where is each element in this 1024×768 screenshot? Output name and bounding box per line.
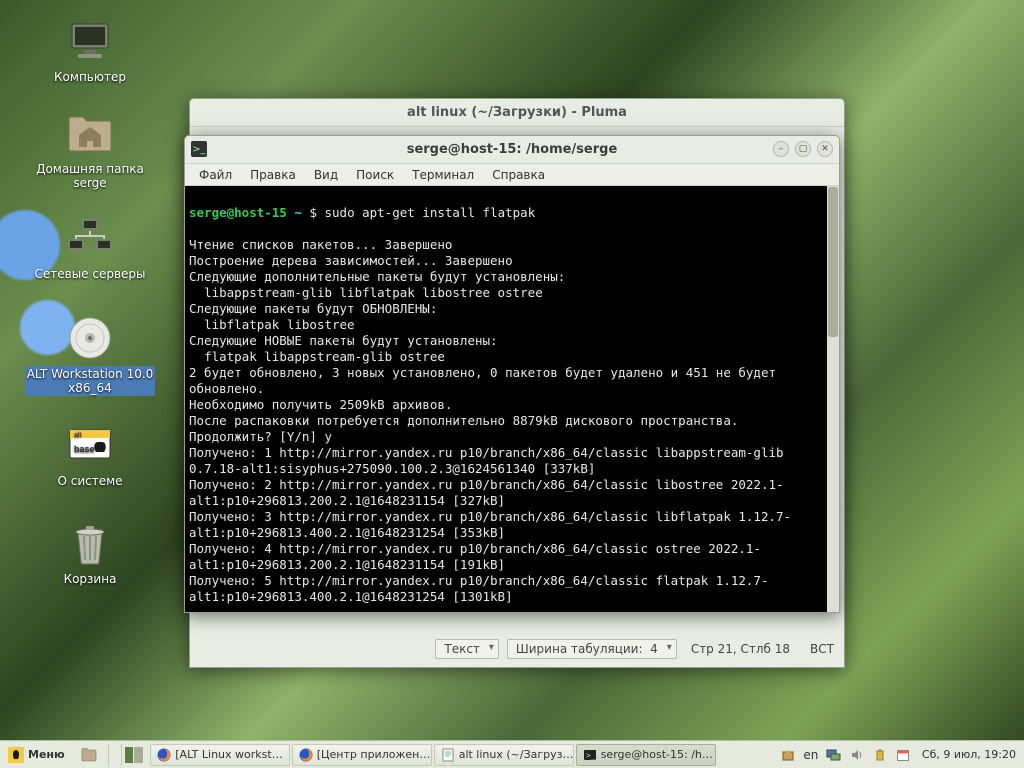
pluma-statusbar: Текст Ширина табуляции: 4 Стр 21, Стлб 1… [190, 637, 844, 661]
disc-icon [66, 314, 114, 362]
tray-volume-icon[interactable] [849, 747, 865, 763]
desktop-icon-disc[interactable]: ALT Workstation 10.0 x86_64 [18, 314, 162, 396]
menu-terminal[interactable]: Терминал [404, 166, 482, 184]
tray-calendar-icon[interactable] [895, 747, 911, 763]
menu-search[interactable]: Поиск [348, 166, 402, 184]
desktop-icon-label: Домашняя папка serge [30, 162, 150, 190]
tray-battery-icon[interactable] [872, 747, 888, 763]
terminal-output[interactable]: serge@host-15 ~ $ sudo apt-get install f… [185, 186, 839, 612]
close-button[interactable]: ✕ [817, 141, 833, 157]
svg-text:base: base [74, 444, 95, 454]
taskbar-item-firefox-1[interactable]: [ALT Linux workst… [150, 744, 290, 766]
pluma-tabwidth-dropdown[interactable]: Ширина табуляции: 4 [507, 639, 677, 659]
show-desktop-button[interactable] [108, 744, 122, 766]
task-label: [Центр приложен… [317, 748, 431, 761]
keyboard-layout-indicator[interactable]: en [803, 747, 819, 763]
about-system-icon: base alt [66, 422, 114, 470]
terminal-icon: >_ [583, 747, 597, 763]
file-manager-launcher[interactable] [74, 744, 104, 766]
pluma-title-text: alt linux (~/Загрузки) - Pluma [407, 105, 627, 120]
desktop-icon-trash[interactable]: Корзина [30, 520, 150, 586]
pluma-insert-mode: ВСТ [800, 642, 844, 656]
svg-text:alt: alt [74, 432, 81, 439]
terminal-menubar: Файл Правка Вид Поиск Терминал Справка [185, 164, 839, 186]
task-label: [ALT Linux workst… [175, 748, 282, 761]
desktop-icon-home[interactable]: Домашняя папка serge [30, 110, 150, 190]
desktop-icon-computer[interactable]: Компьютер [30, 18, 150, 84]
start-menu-label: Меню [28, 748, 65, 761]
terminal-title-text: serge@host-15: /home/serge [407, 142, 618, 157]
tray-network-icon[interactable] [826, 747, 842, 763]
firefox-icon [299, 747, 313, 763]
firefox-icon [157, 747, 172, 763]
tray-updates-icon[interactable] [780, 747, 796, 763]
taskbar-item-firefox-2[interactable]: [Центр приложен… [292, 744, 432, 766]
panel-clock[interactable]: Сб, 9 июл, 19:20 [918, 748, 1016, 761]
task-label: serge@host-15: /h… [601, 748, 713, 761]
maximize-button[interactable]: ▢ [795, 141, 811, 157]
window-terminal[interactable]: >_ serge@host-15: /home/serge – ▢ ✕ Файл… [184, 135, 840, 613]
pluma-syntax-dropdown[interactable]: Текст [435, 639, 499, 659]
desktop-icon-network[interactable]: Сетевые серверы [30, 215, 150, 281]
taskbar-item-terminal[interactable]: >_ serge@host-15: /h… [576, 744, 716, 766]
terminal-app-icon: >_ [191, 141, 207, 157]
workspace-switcher[interactable] [125, 747, 143, 763]
pluma-cursor-pos: Стр 21, Стлб 18 [681, 642, 800, 656]
panel: Меню [ALT Linux workst… [Центр приложен…… [0, 740, 1024, 768]
menu-file[interactable]: Файл [191, 166, 240, 184]
desktop-icon-label: О системе [30, 474, 150, 488]
alt-logo-icon [8, 747, 24, 763]
menu-help[interactable]: Справка [484, 166, 553, 184]
desktop-icon-label: Компьютер [30, 70, 150, 84]
editor-icon [441, 747, 455, 763]
pluma-titlebar[interactable]: alt linux (~/Загрузки) - Pluma [190, 99, 844, 127]
menu-view[interactable]: Вид [306, 166, 346, 184]
scrollbar-thumb[interactable] [828, 187, 838, 337]
computer-icon [66, 18, 114, 66]
desktop-icon-about[interactable]: base alt О системе [30, 422, 150, 488]
terminal-titlebar[interactable]: >_ serge@host-15: /home/serge – ▢ ✕ [185, 136, 839, 164]
start-menu-button[interactable]: Меню [1, 744, 72, 766]
minimize-button[interactable]: – [773, 141, 789, 157]
desktop-icon-label: Корзина [30, 572, 150, 586]
desktop-icon-label: ALT Workstation 10.0 x86_64 [25, 366, 156, 396]
task-label: alt linux (~/Загруз… [459, 748, 574, 761]
taskbar-item-pluma[interactable]: alt linux (~/Загруз… [434, 744, 574, 766]
network-servers-icon [66, 215, 114, 263]
desktop-icon-label: Сетевые серверы [30, 267, 150, 281]
folder-icon [81, 747, 97, 763]
trash-icon [66, 520, 114, 568]
terminal-scrollbar[interactable] [827, 186, 839, 612]
folder-home-icon [66, 110, 114, 158]
svg-text:>_: >_ [586, 751, 596, 760]
system-tray: en Сб, 9 июл, 19:20 [780, 747, 1024, 763]
menu-edit[interactable]: Правка [242, 166, 304, 184]
